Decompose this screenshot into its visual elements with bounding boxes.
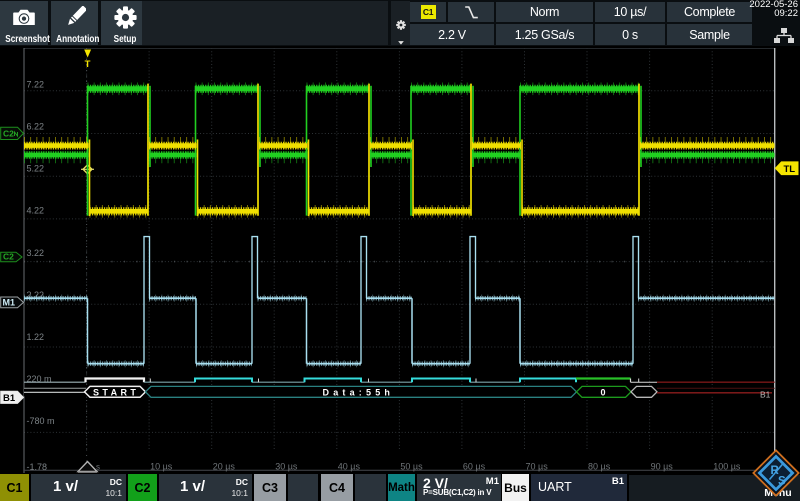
svg-text:60 µs: 60 µs	[463, 462, 486, 472]
svg-text:40 µs: 40 µs	[338, 462, 361, 472]
svg-text:C2: C2	[3, 252, 14, 262]
svg-text:50 µs: 50 µs	[400, 462, 423, 472]
svg-text:70 µs: 70 µs	[526, 462, 549, 472]
svg-text:B1: B1	[760, 390, 771, 400]
svg-text:4.22: 4.22	[27, 206, 45, 216]
svg-text:10 µs: 10 µs	[150, 462, 173, 472]
svg-text:S: S	[778, 476, 786, 488]
svg-text:80 µs: 80 µs	[588, 462, 611, 472]
svg-text:M1: M1	[3, 298, 16, 308]
svg-text:T: T	[85, 59, 91, 70]
svg-text:5.22: 5.22	[27, 164, 45, 174]
svg-text:30 µs: 30 µs	[275, 462, 298, 472]
svg-text:0: 0	[601, 387, 606, 397]
svg-text:90 µs: 90 µs	[651, 462, 674, 472]
svg-text:6.22: 6.22	[27, 122, 45, 132]
svg-text:s: s	[96, 462, 100, 471]
svg-text:TL: TL	[784, 164, 796, 175]
svg-text:1.22: 1.22	[27, 332, 45, 342]
svg-text:-780 m: -780 m	[27, 416, 55, 426]
svg-text:20 µs: 20 µs	[213, 462, 236, 472]
svg-text:100 µs: 100 µs	[713, 462, 741, 472]
svg-text:Data:55h: Data:55h	[323, 387, 395, 397]
svg-text:7.22: 7.22	[27, 79, 45, 89]
svg-text:B1: B1	[3, 393, 16, 404]
svg-text:START: START	[93, 387, 139, 397]
svg-text:-1.78: -1.78	[27, 462, 48, 472]
svg-text:3.22: 3.22	[27, 248, 45, 258]
svg-text:C2: C2	[3, 128, 14, 138]
